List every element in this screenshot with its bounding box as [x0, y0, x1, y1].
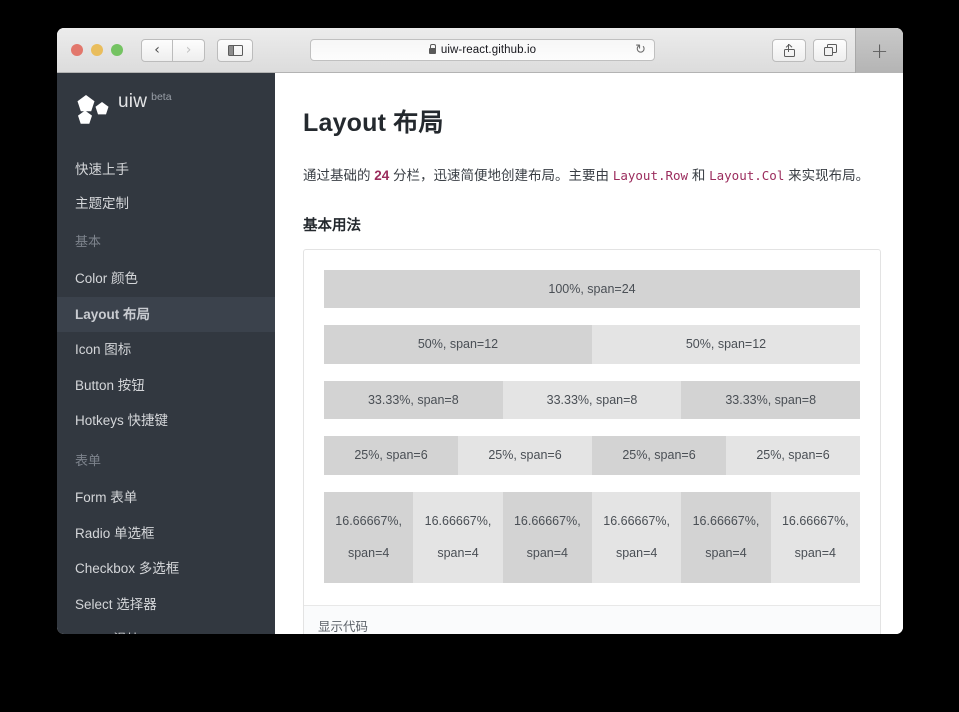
grid-cell: 25%, span=6 [592, 436, 726, 475]
maximize-window-button[interactable] [111, 44, 123, 56]
grid-cell: 50%, span=12 [324, 325, 592, 364]
browser-window: ‹ › uiw-react.github.io ↻ + uiw beta 快速上… [57, 28, 903, 634]
share-icon [783, 43, 795, 57]
grid-cell: 16.66667%, span=4 [591, 491, 682, 583]
chevron-right-icon: › [185, 42, 192, 58]
navigation-buttons: ‹ › [141, 38, 205, 62]
close-window-button[interactable] [71, 44, 83, 56]
section-title-basic-usage: 基本用法 [303, 217, 361, 234]
grid-row: 100%, span=24 [324, 269, 860, 309]
sidebar-group-form: 表单 Form 表单 Radio 单选框 Checkbox 多选框 Select… [57, 439, 275, 634]
sidebar-top-items: 快速上手 主题定制 [57, 153, 275, 220]
sidebar-group-title-basic: 基本 [75, 234, 102, 250]
main-content: Layout 布局 通过基础的 24 分栏，迅速简便地创建布局。主要由 Layo… [275, 73, 903, 634]
back-button[interactable]: ‹ [141, 38, 173, 62]
desc-part-2: 分栏，迅速简便地创建布局。主要由 [389, 168, 613, 183]
sidebar-item-button[interactable]: Button 按钮 [57, 368, 275, 404]
brand-name: uiw [118, 91, 148, 112]
sidebar-item-checkbox[interactable]: Checkbox 多选框 [57, 551, 275, 587]
page-description: 通过基础的 24 分栏，迅速简便地创建布局。主要由 Layout.Row 和 L… [303, 165, 881, 188]
grid-cell: 100%, span=24 [324, 269, 860, 309]
grid-cell: 16.66667%, span=4 [324, 491, 414, 583]
page-viewport: uiw beta 快速上手 主题定制 基本 Color 颜色 Layout 布局… [57, 73, 903, 634]
sidebar-item-select[interactable]: Select 选择器 [57, 587, 275, 623]
brand-logo[interactable]: uiw beta [57, 91, 275, 129]
tabs-icon [823, 44, 837, 56]
demo-card-basic-usage: 100%, span=24 50%, span=12 50%, span=12 33.… [303, 248, 881, 634]
sidebar-group-basic: 基本 Color 颜色 Layout 布局 Icon 图标 Button 按钮 … [57, 220, 275, 439]
desc-part-1: 通过基础的 [303, 168, 375, 183]
grid-cell: 33.33%, span=8 [324, 380, 503, 420]
reload-icon[interactable]: ↻ [635, 43, 646, 58]
sidebar-group-title-form: 表单 [75, 452, 102, 468]
grid-cell: 25%, span=6 [726, 436, 860, 475]
share-button[interactable] [772, 38, 806, 62]
sidebar-item-icon[interactable]: Icon 图标 [57, 332, 275, 368]
grid-row: 25%, span=6 25%, span=6 25%, span=6 25%, sp… [324, 436, 860, 475]
brand-beta-badge: beta [151, 91, 172, 103]
show-sidebar-button[interactable] [217, 38, 253, 62]
sidebar-item-color[interactable]: Color 颜色 [57, 261, 275, 297]
desc-part-4: 来实现布局。 [784, 168, 870, 183]
forward-button[interactable]: › [173, 38, 205, 62]
minimize-window-button[interactable] [91, 44, 103, 56]
browser-toolbar: ‹ › uiw-react.github.io ↻ + [57, 28, 903, 73]
grid-cell: 25%, span=6 [324, 436, 458, 475]
desc-part-3: 和 [688, 168, 710, 183]
site-sidebar: uiw beta 快速上手 主题定制 基本 Color 颜色 Layout 布局… [57, 73, 275, 634]
tab-overview-button[interactable] [813, 38, 847, 62]
grid-cell: 16.66667%, span=4 [681, 491, 771, 583]
sidebar-item-slider[interactable]: Slider 滑块 [57, 622, 275, 634]
sidebar-item-radio[interactable]: Radio 单选框 [57, 516, 275, 552]
sidebar-item-quickstart[interactable]: 快速上手 [57, 153, 275, 187]
grid-row: 50%, span=12 50%, span=12 [324, 325, 860, 364]
chevron-left-icon: ‹ [154, 42, 160, 58]
desc-code-col: Layout.Col [709, 168, 785, 183]
toolbar-right-buttons [772, 38, 847, 62]
grid-row: 33.33%, span=8 33.33%, span=8 33.33%, span… [324, 380, 861, 420]
uiw-logo-icon [75, 95, 109, 125]
show-code-button[interactable]: 显示代码 [304, 604, 880, 634]
sidebar-item-theme[interactable]: 主题定制 [57, 187, 275, 221]
lock-icon [428, 44, 437, 54]
grid-cell: 16.66667%, span=4 [413, 491, 503, 583]
address-bar[interactable]: uiw-react.github.io ↻ [310, 39, 655, 61]
sidebar-icon [227, 44, 243, 56]
sidebar-item-layout[interactable]: Layout 布局 [57, 296, 275, 333]
grid-cell: 33.33%, span=8 [681, 380, 861, 420]
grid-row: 16.66667%, span=4 16.66667%, span=4 16.66667… [324, 491, 860, 583]
sidebar-item-hotkeys[interactable]: Hotkeys 快捷键 [57, 403, 275, 439]
grid-cell: 25%, span=6 [458, 436, 592, 475]
url-text: uiw-react.github.io [440, 44, 537, 56]
window-traffic-lights [71, 44, 123, 56]
grid-cell: 16.66667%, span=4 [770, 491, 860, 583]
page-title: Layout 布局 [303, 109, 444, 137]
new-tab-button[interactable]: + [855, 28, 903, 73]
grid-demo-body: 100%, span=24 50%, span=12 50%, span=12 33.… [304, 250, 880, 605]
desc-number: 24 [374, 168, 390, 183]
grid-cell: 16.66667%, span=4 [502, 491, 592, 583]
desc-code-row: Layout.Row [612, 168, 689, 183]
grid-cell: 33.33%, span=8 [502, 380, 682, 420]
grid-cell: 50%, span=12 [592, 325, 860, 364]
sidebar-item-form[interactable]: Form 表单 [57, 480, 275, 516]
